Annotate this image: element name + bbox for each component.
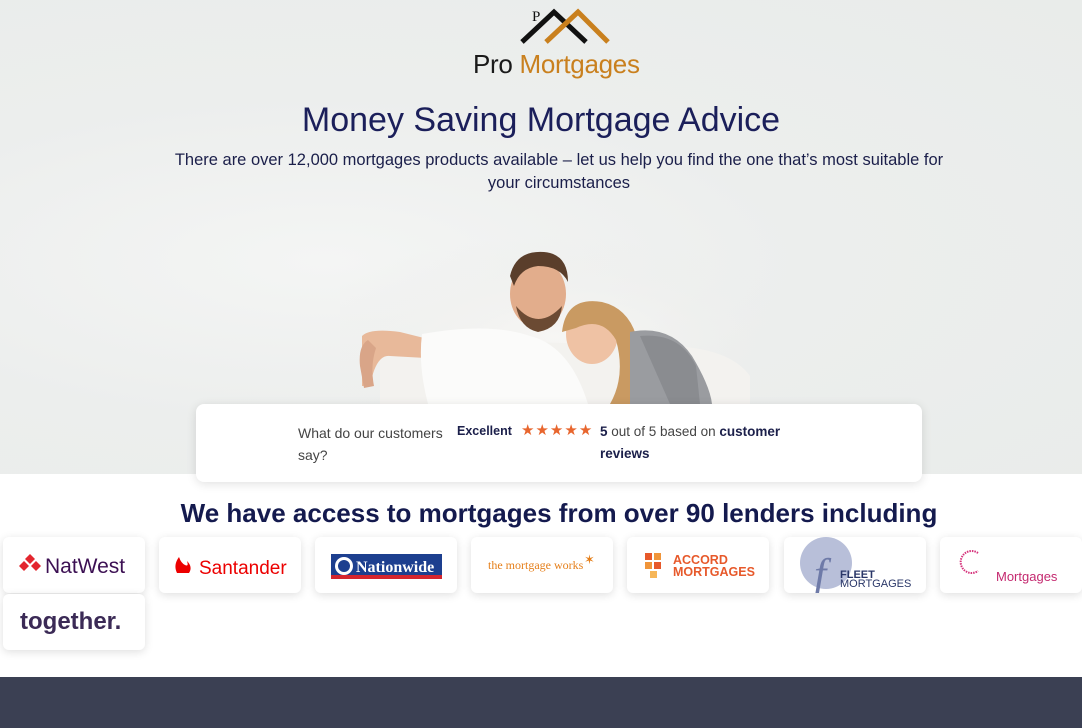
reviews-score-value: 5: [600, 424, 608, 439]
hero-section: P Pro Mortgages Money Saving Mortgage Ad…: [0, 0, 1082, 474]
reviews-rating-word: Excellent: [457, 424, 512, 438]
site-logo[interactable]: P Pro Mortgages: [470, 6, 650, 79]
hero-subtitle: There are over 12,000 mortgages products…: [174, 151, 944, 192]
reviews-card[interactable]: What do our customers say? Excellent ★ ★…: [196, 404, 922, 482]
c-mortgages-logo-icon: [959, 550, 979, 574]
lender-card-natwest[interactable]: NatWest: [3, 537, 145, 593]
footer-bar: [0, 677, 1082, 728]
lender-card-nationwide[interactable]: Nationwide: [315, 537, 457, 593]
sparkle-icon: ✶: [584, 552, 595, 567]
natwest-cubes-icon: [19, 554, 41, 571]
reviews-score-text: out of 5 based on: [607, 424, 720, 439]
star-rating: ★ ★ ★ ★ ★: [521, 423, 592, 439]
lender-name-accord-mortgages: MORTGAGES: [673, 565, 755, 579]
lender-name-mortgages: Mortgages: [996, 569, 1058, 584]
lender-name-santander: Santander: [199, 558, 287, 579]
hero-couple-image: [340, 236, 770, 404]
star-icon: ★: [564, 422, 578, 439]
accord-squares-icon: [645, 553, 661, 578]
lender-card-fleet-mortgages[interactable]: f FLEET MORTGAGES: [784, 537, 926, 593]
star-icon: ★: [578, 422, 593, 439]
logo-text-mortgages: Mortgages: [519, 49, 640, 79]
santander-flame-icon: [175, 557, 191, 573]
svg-text:P: P: [532, 9, 540, 25]
logo-text-pro: Pro: [473, 49, 513, 79]
lender-card-accord-mortgages[interactable]: ACCORD MORTGAGES: [627, 537, 769, 593]
lender-name-fleet-mortgages: MORTGAGES: [840, 578, 911, 590]
roof-logo-icon: P: [520, 8, 610, 44]
star-icon: ★: [521, 422, 535, 439]
lender-card-c-mortgages[interactable]: Mortgages: [940, 537, 1082, 593]
hero-title: Money Saving Mortgage Advice: [301, 101, 781, 139]
lender-name-together: together.: [20, 608, 121, 635]
logo-text: Pro Mortgages: [473, 49, 640, 80]
star-icon: ★: [535, 422, 549, 439]
reviews-score: 5 out of 5 based on customer reviews: [600, 421, 810, 465]
lenders-heading: We have access to mortgages from over 90…: [180, 498, 938, 528]
lender-card-together[interactable]: together.: [3, 594, 145, 650]
lender-card-santander[interactable]: Santander: [159, 537, 301, 593]
lender-name-nationwide: Nationwide: [356, 559, 434, 576]
star-icon: ★: [549, 422, 564, 439]
lender-name-natwest: NatWest: [45, 555, 125, 578]
lender-name-the-mortgage-works: the mortgage works: [488, 558, 584, 572]
lender-card-the-mortgage-works[interactable]: the mortgage works ✶: [471, 537, 613, 593]
reviews-question: What do our customers say?: [298, 425, 443, 463]
